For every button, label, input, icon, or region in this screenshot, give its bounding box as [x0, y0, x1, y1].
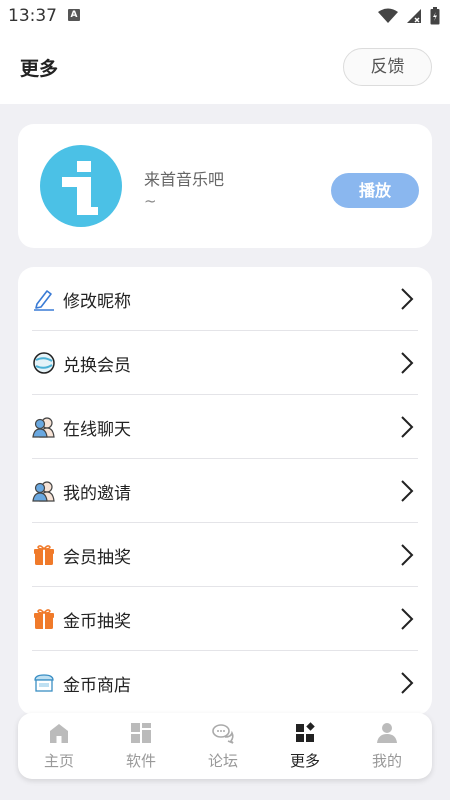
menu-item-edit-nickname[interactable]: 修改昵称: [18, 267, 432, 331]
page-title: 更多: [20, 58, 59, 80]
shop-icon: [34, 674, 54, 692]
tab-forum[interactable]: 论坛: [182, 713, 264, 779]
chevron-right-icon: [401, 416, 414, 438]
wifi-icon: [378, 8, 398, 23]
battery-icon: [430, 7, 440, 25]
info-logo-icon: [62, 161, 98, 215]
feedback-button[interactable]: 反馈: [343, 48, 432, 86]
menu-item-redeem-membership[interactable]: 兑换会员: [18, 331, 432, 395]
menu-card: 修改昵称 兑换会员 在线聊天 我的邀请 会员抽奖 金币抽奖 金币商店: [18, 267, 432, 715]
profile-name: 来首音乐吧: [144, 170, 225, 189]
menu-item-label: 金币抽奖: [63, 612, 131, 632]
signal-icon: [407, 9, 421, 23]
more-icon: [296, 722, 315, 742]
users-icon: [32, 417, 55, 438]
menu-item-label: 金币商店: [63, 676, 131, 696]
chevron-right-icon: [401, 672, 414, 694]
play-button[interactable]: 播放: [331, 173, 419, 208]
chevron-right-icon: [401, 608, 414, 630]
chevron-right-icon: [401, 288, 414, 310]
header: 更多 反馈: [0, 32, 450, 104]
planet-icon: [33, 352, 55, 374]
menu-item-label: 修改昵称: [63, 292, 131, 312]
notification-a-icon: A: [68, 9, 80, 21]
apps-icon: [131, 723, 151, 743]
tab-label: 软件: [125, 752, 156, 770]
tab-more[interactable]: 更多: [264, 713, 346, 779]
chevron-right-icon: [401, 544, 414, 566]
menu-item-coin-shop[interactable]: 金币商店: [18, 651, 432, 715]
gift-icon: [34, 609, 54, 629]
chevron-right-icon: [401, 480, 414, 502]
edit-icon: [34, 290, 54, 311]
tab-label: 论坛: [207, 752, 238, 770]
tab-label: 更多: [289, 752, 320, 770]
tab-home[interactable]: 主页: [18, 713, 100, 779]
menu-item-label: 我的邀请: [63, 484, 131, 504]
avatar[interactable]: [40, 145, 122, 227]
chevron-right-icon: [401, 352, 414, 374]
chat-icon: [212, 724, 234, 744]
gift-icon: [34, 545, 54, 565]
tab-mine[interactable]: 我的: [346, 713, 428, 779]
menu-item-coin-lottery[interactable]: 金币抽奖: [18, 587, 432, 651]
profile-card: 来首音乐吧 ~ 播放: [18, 124, 432, 248]
menu-item-member-lottery[interactable]: 会员抽奖: [18, 523, 432, 587]
tab-label: 我的: [371, 752, 402, 770]
menu-item-label: 在线聊天: [63, 420, 131, 440]
status-icons: [378, 7, 440, 25]
status-time: 13:37: [8, 6, 57, 26]
profile-subtitle: ~: [144, 192, 157, 210]
menu-item-my-invites[interactable]: 我的邀请: [18, 459, 432, 523]
menu-item-online-chat[interactable]: 在线聊天: [18, 395, 432, 459]
bottom-tab-bar: 主页 软件 论坛 更多 我的: [18, 713, 432, 779]
tab-label: 主页: [43, 752, 74, 770]
menu-item-label: 兑换会员: [63, 356, 131, 376]
menu-item-label: 会员抽奖: [63, 548, 131, 568]
tab-software[interactable]: 软件: [100, 713, 182, 779]
users-icon: [32, 481, 55, 502]
home-icon: [50, 724, 68, 743]
user-icon: [377, 723, 397, 743]
status-bar: 13:37 A: [0, 0, 450, 32]
